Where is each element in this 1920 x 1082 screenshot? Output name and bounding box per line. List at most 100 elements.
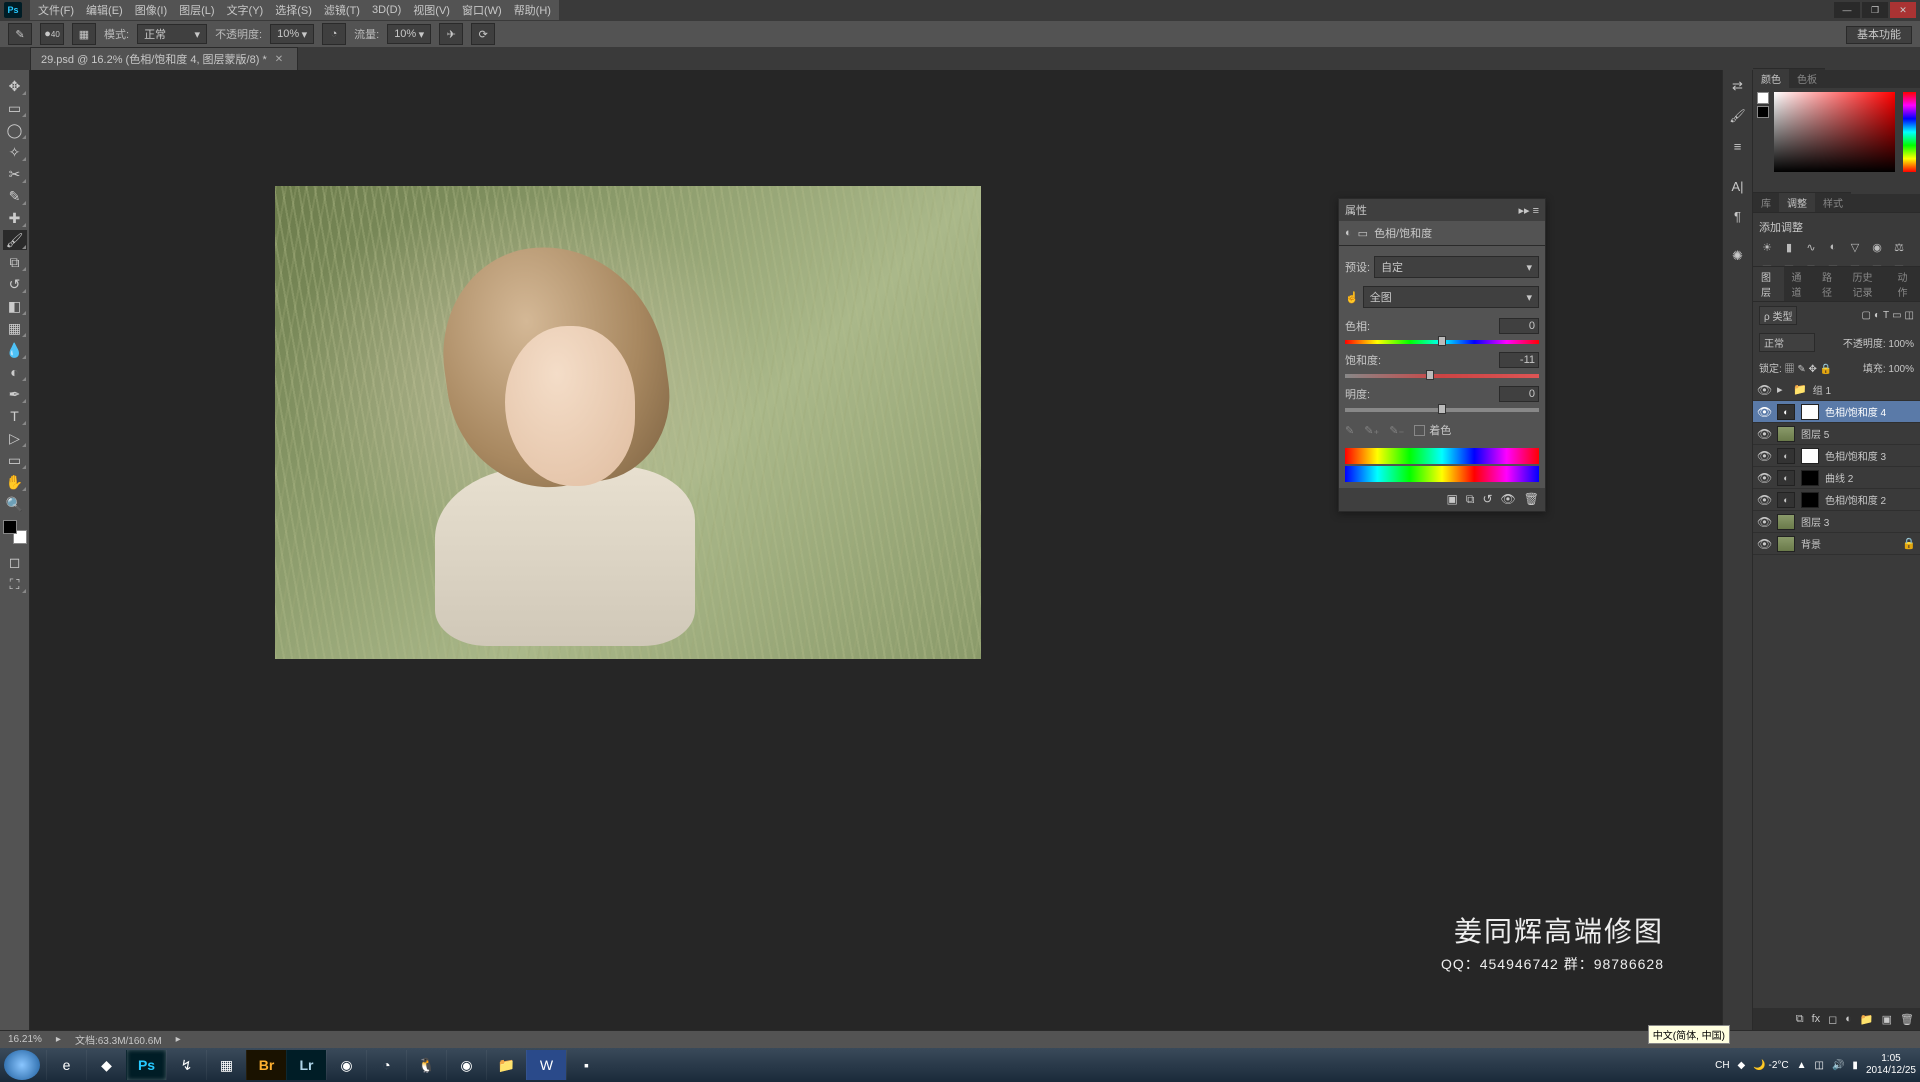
layer-row[interactable]: 👁◐色相/饱和度 4 — [1753, 401, 1920, 423]
stamp-tool[interactable]: ⧉ — [3, 252, 27, 272]
doc-size-status[interactable]: 文档:63.3M/160.6M — [75, 1032, 162, 1047]
task-word[interactable]: W — [526, 1050, 566, 1080]
brush-panel-toggle[interactable]: ▦ — [72, 23, 96, 45]
dodge-tool[interactable]: ◐ — [3, 362, 27, 382]
finger-icon[interactable]: ☝ — [1345, 291, 1359, 304]
menu-help[interactable]: 帮助(H) — [508, 0, 557, 20]
layer-fx-icon[interactable]: fx — [1812, 1013, 1821, 1025]
brush-preset-picker[interactable]: ●40 — [40, 23, 64, 45]
adj-vibrance-icon[interactable]: ▽ — [1847, 239, 1863, 255]
visibility-toggle[interactable]: 👁 — [1757, 405, 1771, 419]
maximize-button[interactable]: ❐ — [1862, 2, 1888, 18]
channel-select[interactable]: 全图▾ — [1363, 286, 1539, 308]
filter-smart-icon[interactable]: ◫ — [1905, 310, 1914, 321]
start-button[interactable] — [4, 1050, 40, 1080]
hue-slider[interactable] — [1345, 338, 1539, 346]
reset-icon[interactable]: ↺ — [1482, 492, 1492, 507]
crop-tool[interactable]: ✂ — [3, 164, 27, 184]
saturation-value[interactable]: -11 — [1499, 352, 1539, 368]
zoom-status[interactable]: 16.21% — [8, 1034, 42, 1045]
eraser-tool[interactable]: ◧ — [3, 296, 27, 316]
lightness-value[interactable]: 0 — [1499, 386, 1539, 402]
path-select-tool[interactable]: ▷ — [3, 428, 27, 448]
workspace-switcher[interactable]: 基本功能 — [1846, 26, 1912, 44]
gradient-tool[interactable]: ▦ — [3, 318, 27, 338]
layer-row[interactable]: 👁图层 5 — [1753, 423, 1920, 445]
tray-ime-icon[interactable]: CH — [1715, 1060, 1729, 1071]
task-bridge[interactable]: Br — [246, 1050, 286, 1080]
properties-panel[interactable]: 属性▸▸ ≡ ◐ ▭ 色相/饱和度 预设: 自定▾ ☝ 全图▾ 色相: 0 — [1338, 198, 1546, 512]
menu-view[interactable]: 视图(V) — [407, 0, 456, 20]
clip-icon[interactable]: ▣ — [1447, 492, 1458, 507]
visibility-toggle[interactable]: 👁 — [1757, 471, 1771, 485]
layer-row[interactable]: 👁图层 3 — [1753, 511, 1920, 533]
colorize-checkbox[interactable]: 着色 — [1414, 422, 1451, 438]
fg-swatch[interactable] — [1757, 92, 1769, 104]
quickmask-toggle[interactable]: ◻ — [3, 552, 27, 572]
task-explorer[interactable]: 📁 — [486, 1050, 526, 1080]
layer-row[interactable]: 👁▸📁组 1 — [1753, 379, 1920, 401]
tab-channels[interactable]: 通道 — [1784, 266, 1815, 301]
menu-layer[interactable]: 图层(L) — [173, 0, 220, 20]
tab-color[interactable]: 颜色 — [1753, 68, 1789, 88]
adj-colorbalance-icon[interactable]: ⚖ — [1891, 239, 1907, 255]
task-chrome[interactable]: ◉ — [446, 1050, 486, 1080]
layer-row[interactable]: 👁◐色相/饱和度 3 — [1753, 445, 1920, 467]
pressure-size-icon[interactable]: ⟳ — [471, 23, 495, 45]
adj-brightness-icon[interactable]: ☀ — [1759, 239, 1775, 255]
adj-hue-icon[interactable]: ◉ — [1869, 239, 1885, 255]
tab-paths[interactable]: 路径 — [1814, 266, 1845, 301]
menu-type[interactable]: 文字(Y) — [221, 0, 270, 20]
delete-layer-icon[interactable]: 🗑 — [1900, 1013, 1914, 1026]
adjust-shortcut-icon[interactable]: ✺ — [1728, 246, 1748, 266]
task-photoshop[interactable]: Ps — [126, 1050, 166, 1080]
pen-tool[interactable]: ✒ — [3, 384, 27, 404]
mask-icon[interactable]: ▭ — [1358, 227, 1368, 240]
tray-icon[interactable]: ◆ — [1738, 1060, 1746, 1071]
healing-tool[interactable]: ✚ — [3, 208, 27, 228]
document-tab[interactable]: 29.psd @ 16.2% (色相/饱和度 4, 图层蒙版/8) * ✕ — [30, 47, 298, 70]
lasso-tool[interactable]: ◯ — [3, 120, 27, 140]
layer-row[interactable]: 👁背景🔒 — [1753, 533, 1920, 555]
type-tool[interactable]: T — [3, 406, 27, 426]
menu-3d[interactable]: 3D(D) — [366, 2, 407, 18]
filter-adj-icon[interactable]: ◐ — [1874, 310, 1880, 321]
properties-panel-title[interactable]: 属性▸▸ ≡ — [1339, 199, 1545, 221]
eyedropper-add-icon[interactable]: ✎₊ — [1364, 424, 1379, 437]
lightness-slider[interactable] — [1345, 406, 1539, 414]
document-canvas[interactable] — [275, 186, 981, 659]
task-lightroom[interactable]: Lr — [286, 1050, 326, 1080]
menu-file[interactable]: 文件(F) — [32, 0, 80, 20]
link-layers-icon[interactable]: ⧉ — [1796, 1013, 1804, 1026]
visibility-toggle[interactable]: 👁 — [1757, 449, 1771, 463]
task-app2[interactable]: ▦ — [206, 1050, 246, 1080]
adj-levels-icon[interactable]: ▮ — [1781, 239, 1797, 255]
blur-tool[interactable]: 💧 — [3, 340, 27, 360]
paragraph-panel-icon[interactable]: ¶ — [1728, 206, 1748, 226]
tab-layers[interactable]: 图层 — [1753, 266, 1784, 301]
tray-icon2[interactable]: ▲ — [1797, 1060, 1807, 1071]
tool-preset-icon[interactable]: ✎ — [8, 23, 32, 45]
menu-filter[interactable]: 滤镜(T) — [318, 0, 366, 20]
tray-clock[interactable]: 1:052014/12/25 — [1866, 1053, 1916, 1077]
layer-opacity-input[interactable]: 100% — [1888, 339, 1914, 350]
canvas-area[interactable]: 姜同辉高端修图 QQ：454946742 群：98786628 属性▸▸ ≡ ◐… — [30, 70, 1722, 1030]
adj-curves-icon[interactable]: ∿ — [1803, 239, 1819, 255]
visibility-toggle[interactable]: 👁 — [1757, 427, 1771, 441]
task-app3[interactable]: ◉ — [326, 1050, 366, 1080]
close-tab-icon[interactable]: ✕ — [275, 54, 283, 65]
tab-styles[interactable]: 样式 — [1815, 192, 1851, 212]
visibility-toggle[interactable]: 👁 — [1757, 383, 1771, 397]
filter-type-icon[interactable]: T — [1883, 310, 1889, 321]
eyedropper-icon[interactable]: ✎ — [1345, 424, 1354, 437]
marquee-tool[interactable]: ▭ — [3, 98, 27, 118]
filter-shape-icon[interactable]: ▭ — [1892, 310, 1901, 321]
close-button[interactable]: ✕ — [1890, 2, 1916, 18]
shape-tool[interactable]: ▭ — [3, 450, 27, 470]
history-brush-tool[interactable]: ↺ — [3, 274, 27, 294]
minimize-button[interactable]: — — [1834, 2, 1860, 18]
character-panel-icon[interactable]: A| — [1728, 176, 1748, 196]
eyedropper-tool[interactable]: ✎ — [3, 186, 27, 206]
opacity-input[interactable]: 10%▾ — [270, 24, 314, 44]
wand-tool[interactable]: ✧ — [3, 142, 27, 162]
